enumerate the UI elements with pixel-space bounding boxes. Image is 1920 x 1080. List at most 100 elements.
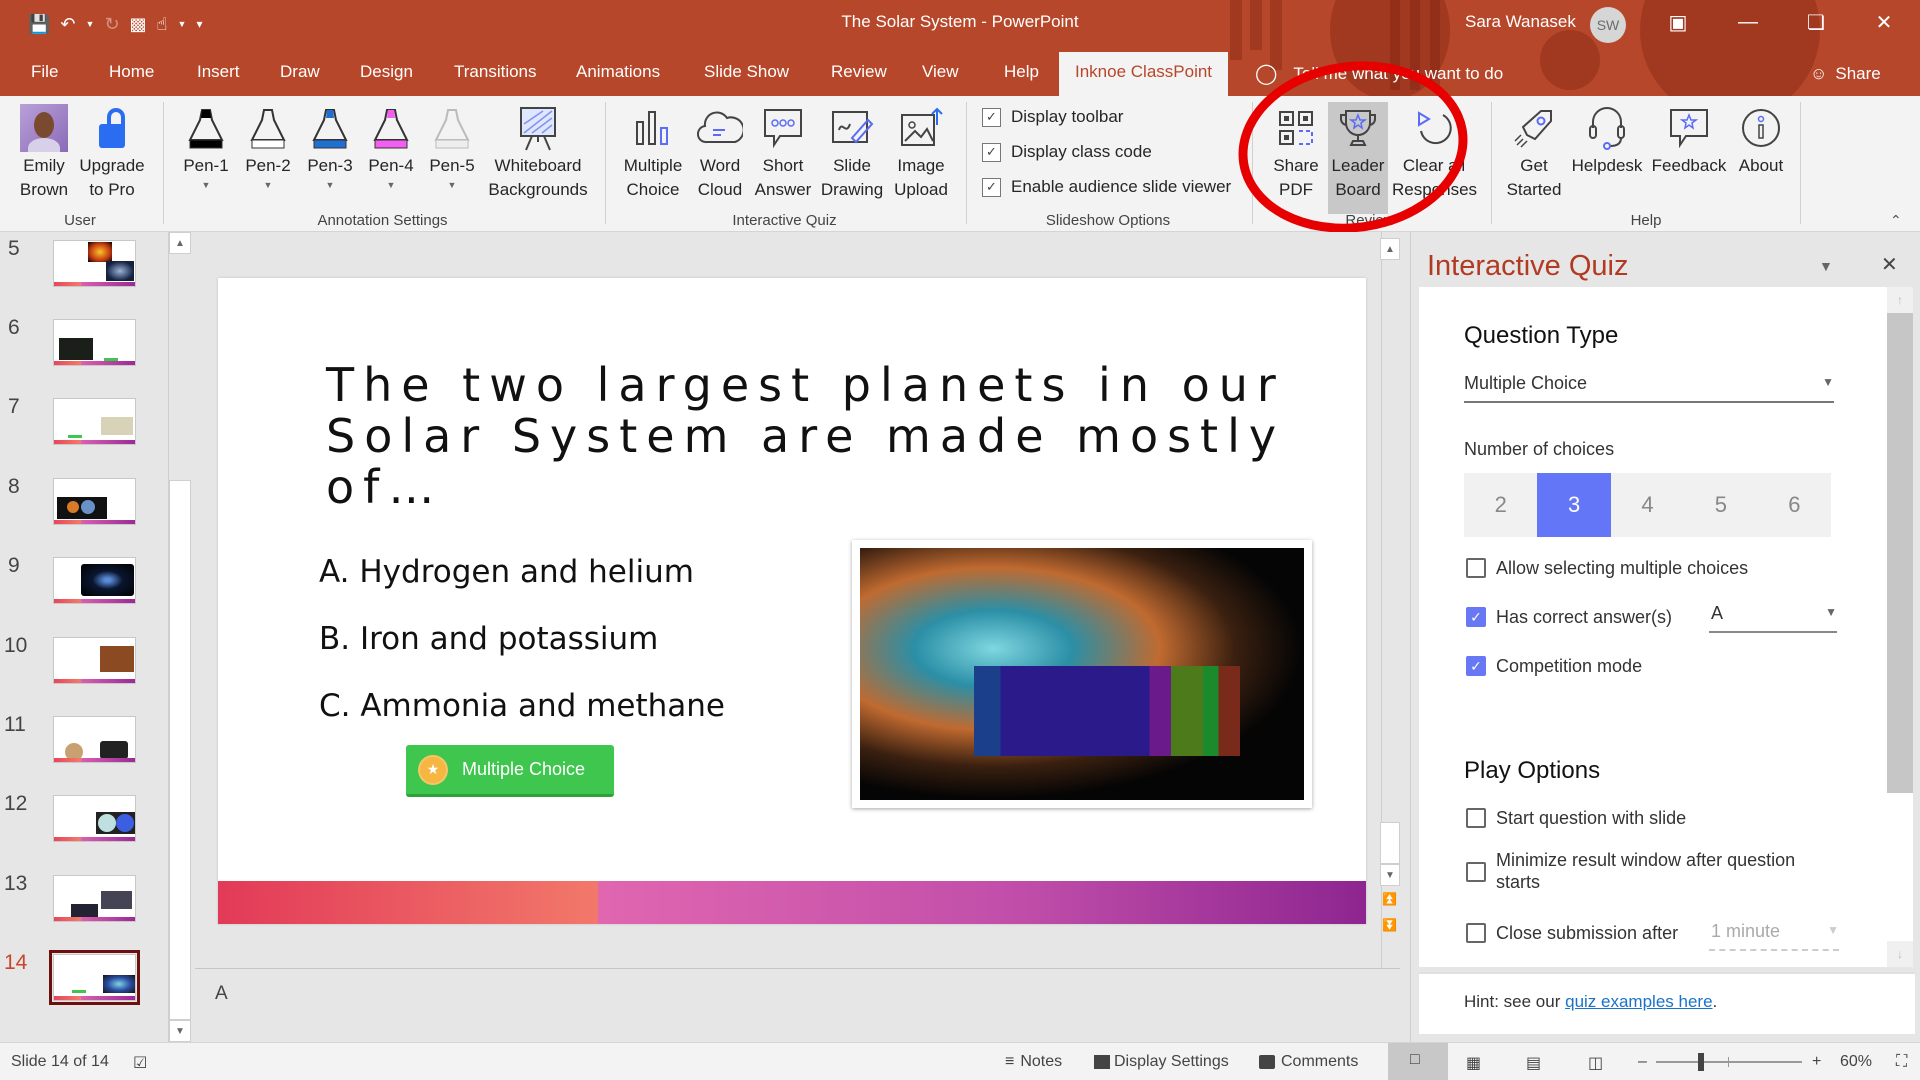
close-submission-checkbox[interactable]: Close submission after	[1466, 922, 1678, 944]
display-settings-button[interactable]: Display Settings	[1094, 1053, 1229, 1071]
slide-image[interactable]	[852, 540, 1312, 808]
scroll-down-icon[interactable]: ↓	[1887, 941, 1913, 967]
fit-to-window-icon[interactable]: ⛶	[1896, 1053, 1907, 1071]
answer-c[interactable]: C. Ammonia and methane	[319, 688, 725, 724]
slide-title[interactable]: The two largest planets in our Solar Sys…	[326, 360, 1306, 513]
short-answer-button[interactable]: Short Answer	[752, 102, 814, 202]
display-class-code-checkbox[interactable]: ✓ Display class code	[982, 142, 1152, 162]
tell-me-search[interactable]: ◯ Tell me what you want to do	[1255, 52, 1503, 96]
minimize-icon[interactable]: —	[1720, 0, 1776, 44]
choice-option-5[interactable]: 5	[1684, 473, 1757, 537]
whiteboard-backgrounds-button[interactable]: Whiteboard Backgrounds	[486, 102, 590, 202]
notes-text[interactable]: A	[215, 983, 228, 1005]
share-button[interactable]: ☺ Share	[1810, 52, 1881, 96]
zoom-level[interactable]: 60%	[1840, 1053, 1872, 1071]
scroll-up-icon[interactable]: ▲	[169, 232, 191, 254]
scroll-down-icon[interactable]: ▼	[1380, 864, 1400, 886]
scroll-down-icon[interactable]: ▼	[169, 1020, 191, 1042]
comments-button[interactable]: Comments	[1259, 1053, 1358, 1071]
account-button[interactable]: Emily Brown	[14, 102, 74, 202]
feedback-button[interactable]: Feedback	[1648, 102, 1730, 178]
reading-view-icon[interactable]: ▤	[1526, 1053, 1541, 1073]
pane-options-icon[interactable]: ▼	[1819, 258, 1833, 274]
answer-b[interactable]: B. Iron and potassium	[319, 621, 658, 657]
image-upload-button[interactable]: Image Upload	[890, 102, 952, 202]
slide-thumbnail[interactable]	[53, 240, 136, 287]
pen-2-button[interactable]: Pen-2 ▼	[240, 102, 296, 192]
pen-5-button[interactable]: Pen-5 ▼	[424, 102, 480, 192]
zoom-out-icon[interactable]: –	[1638, 1053, 1647, 1071]
restore-icon[interactable]: ❏	[1788, 0, 1844, 44]
correct-answer-select[interactable]: A ▼	[1709, 599, 1837, 633]
multiple-choice-badge[interactable]: ★ Multiple Choice	[406, 745, 614, 797]
scroll-up-icon[interactable]: ▲	[1380, 238, 1400, 260]
choice-option-2[interactable]: 2	[1464, 473, 1537, 537]
thumbnail-scrollbar[interactable]: ▲ ▼	[168, 232, 192, 1042]
editor-scrollbar[interactable]: ▲ ▼ ⏫ ⏬	[1380, 232, 1400, 968]
ribbon-display-options-icon[interactable]: ▣	[1650, 0, 1706, 44]
close-submission-duration-select[interactable]: 1 minute ▼	[1709, 917, 1839, 951]
tab-insert[interactable]: Insert	[193, 52, 244, 96]
start-question-with-slide-checkbox[interactable]: Start question with slide	[1466, 807, 1686, 829]
choice-option-3-selected[interactable]: 3	[1537, 473, 1611, 537]
slide-thumbnail[interactable]	[53, 557, 136, 604]
spelling-check-icon[interactable]: ☑	[133, 1053, 147, 1073]
slide-thumbnail[interactable]	[53, 716, 136, 763]
get-started-button[interactable]: Get Started	[1504, 102, 1564, 202]
pane-scrollbar[interactable]: ↑ ↓	[1887, 287, 1913, 967]
normal-view-button[interactable]: □	[1388, 1043, 1448, 1080]
helpdesk-button[interactable]: Helpdesk	[1568, 102, 1646, 178]
close-icon[interactable]: ✕	[1856, 0, 1912, 44]
slide-thumbnail[interactable]	[53, 875, 136, 922]
upgrade-to-pro-button[interactable]: Upgrade to Pro	[74, 102, 150, 202]
minimize-result-window-checkbox[interactable]: Minimize result window after question st…	[1466, 849, 1826, 893]
tab-view[interactable]: View	[918, 52, 963, 96]
avatar[interactable]: SW	[1590, 7, 1626, 43]
share-pdf-button[interactable]: Share PDF	[1268, 102, 1324, 202]
slide-sorter-view-icon[interactable]: ▦	[1466, 1053, 1481, 1073]
tab-help[interactable]: Help	[1000, 52, 1043, 96]
notes-pane[interactable]: A	[195, 968, 1400, 1042]
leader-board-button[interactable]: Leader Board	[1328, 102, 1388, 214]
chevron-down-icon[interactable]: ▼	[202, 178, 211, 192]
scrollbar-thumb[interactable]	[1887, 313, 1913, 793]
zoom-in-icon[interactable]: +	[1812, 1053, 1821, 1071]
zoom-slider-thumb[interactable]	[1698, 1053, 1704, 1071]
collapse-ribbon-icon[interactable]: ⌃	[1890, 212, 1902, 229]
allow-multiple-choices-checkbox[interactable]: Allow selecting multiple choices	[1466, 557, 1748, 579]
has-correct-answer-checkbox[interactable]: ✓ Has correct answer(s)	[1466, 606, 1672, 628]
zoom-slider[interactable]	[1656, 1053, 1802, 1071]
tab-transitions[interactable]: Transitions	[450, 52, 541, 96]
question-type-select[interactable]: Multiple Choice ▼	[1464, 367, 1834, 403]
chevron-down-icon[interactable]: ▼	[264, 178, 273, 192]
slide-thumbnail[interactable]	[53, 478, 136, 525]
tab-file[interactable]: File	[27, 52, 62, 96]
notes-button[interactable]: ≡ Notes	[1005, 1053, 1062, 1071]
answer-a[interactable]: A. Hydrogen and helium	[319, 554, 694, 590]
tab-review[interactable]: Review	[827, 52, 891, 96]
user-name[interactable]: Sara Wanasek	[1465, 12, 1576, 32]
tab-home[interactable]: Home	[105, 52, 158, 96]
close-pane-icon[interactable]: ✕	[1881, 252, 1898, 277]
clear-all-responses-button[interactable]: Clear all Responses	[1392, 102, 1477, 202]
chevron-down-icon[interactable]: ▼	[326, 178, 335, 192]
pen-3-button[interactable]: Pen-3 ▼	[302, 102, 358, 192]
multiple-choice-button[interactable]: Multiple Choice	[618, 102, 688, 202]
chevron-down-icon[interactable]: ▼	[448, 178, 457, 192]
competition-mode-checkbox[interactable]: ✓ Competition mode	[1466, 655, 1642, 677]
slide-thumbnail[interactable]	[53, 795, 136, 842]
pen-4-button[interactable]: Pen-4 ▼	[363, 102, 419, 192]
next-slide-icon[interactable]: ⏬	[1382, 918, 1397, 932]
choice-option-6[interactable]: 6	[1758, 473, 1831, 537]
tab-animations[interactable]: Animations	[572, 52, 664, 96]
chevron-down-icon[interactable]: ▼	[387, 178, 396, 192]
scroll-up-icon[interactable]: ↑	[1887, 287, 1913, 313]
slide-show-view-icon[interactable]: ◫	[1588, 1053, 1603, 1073]
scrollbar-thumb[interactable]	[169, 480, 191, 1020]
quiz-examples-link[interactable]: quiz examples here	[1565, 992, 1712, 1011]
choice-option-4[interactable]: 4	[1611, 473, 1684, 537]
tab-inknoe-classpoint[interactable]: Inknoe ClassPoint	[1059, 52, 1229, 96]
slide-thumbnail[interactable]	[53, 637, 136, 684]
display-toolbar-checkbox[interactable]: ✓ Display toolbar	[982, 107, 1123, 127]
scrollbar-thumb[interactable]	[1380, 822, 1400, 864]
